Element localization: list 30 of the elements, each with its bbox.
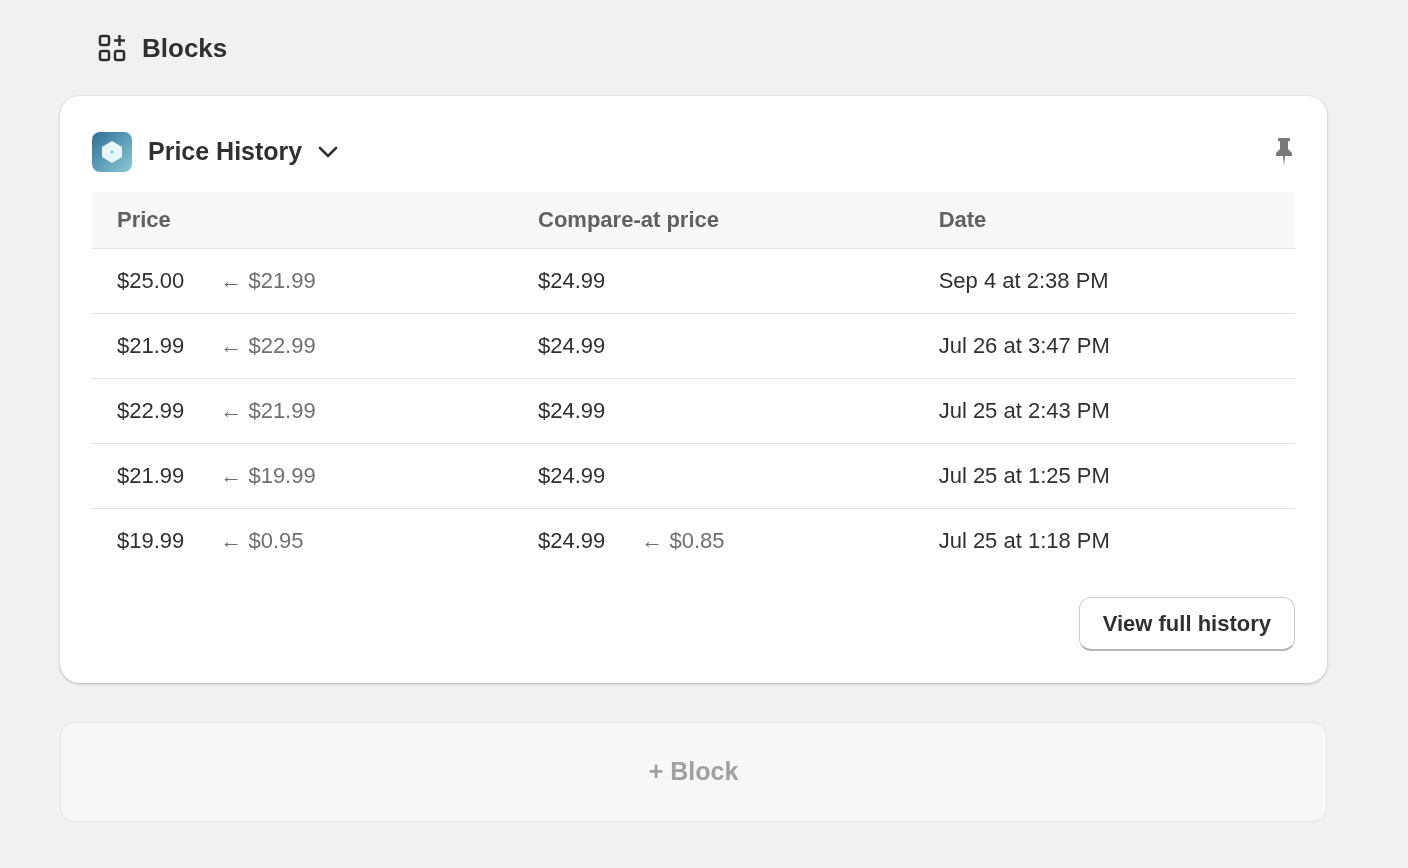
compare-at-price: $24.99 bbox=[538, 463, 606, 488]
column-header: Date bbox=[938, 207, 987, 233]
blocks-icon bbox=[98, 34, 126, 62]
date-value: Jul 25 at 1:18 PM bbox=[938, 528, 1110, 554]
column-header: Price bbox=[117, 207, 171, 233]
previous-price: ← $21.99 bbox=[220, 268, 316, 293]
price-value: $21.99 bbox=[117, 463, 185, 488]
previous-price: ← $22.99 bbox=[220, 333, 316, 358]
previous-price: ← $19.99 bbox=[220, 463, 316, 488]
app-icon bbox=[92, 132, 132, 172]
date-value: Jul 26 at 3:47 PM bbox=[938, 333, 1110, 358]
date-value: Jul 25 at 2:43 PM bbox=[938, 398, 1110, 423]
date-value: Sep 4 at 2:38 PM bbox=[938, 268, 1109, 293]
price-value: $25.00 bbox=[117, 268, 185, 293]
view-full-history-button[interactable]: View full history bbox=[1078, 597, 1295, 651]
compare-at-price: $24.99 bbox=[538, 268, 606, 293]
price-value: $19.99 bbox=[117, 528, 185, 554]
chevron-down-icon[interactable] bbox=[318, 146, 339, 158]
column-header: Compare-at price bbox=[538, 207, 719, 233]
section-title: Blocks bbox=[142, 31, 228, 65]
previous-price: ← $21.99 bbox=[220, 398, 316, 423]
compare-at-price: $24.99 bbox=[538, 528, 606, 554]
previous-price: ← $0.95 bbox=[220, 528, 304, 554]
previous-compare-at-price: ← $0.85 bbox=[641, 528, 725, 554]
price-value: $21.99 bbox=[117, 333, 185, 358]
compare-at-price: $24.99 bbox=[538, 333, 606, 358]
card-title: Price History bbox=[148, 136, 303, 168]
date-value: Jul 25 at 1:25 PM bbox=[938, 463, 1110, 488]
compare-at-price: $24.99 bbox=[538, 398, 606, 423]
price-value: $22.99 bbox=[117, 398, 185, 423]
